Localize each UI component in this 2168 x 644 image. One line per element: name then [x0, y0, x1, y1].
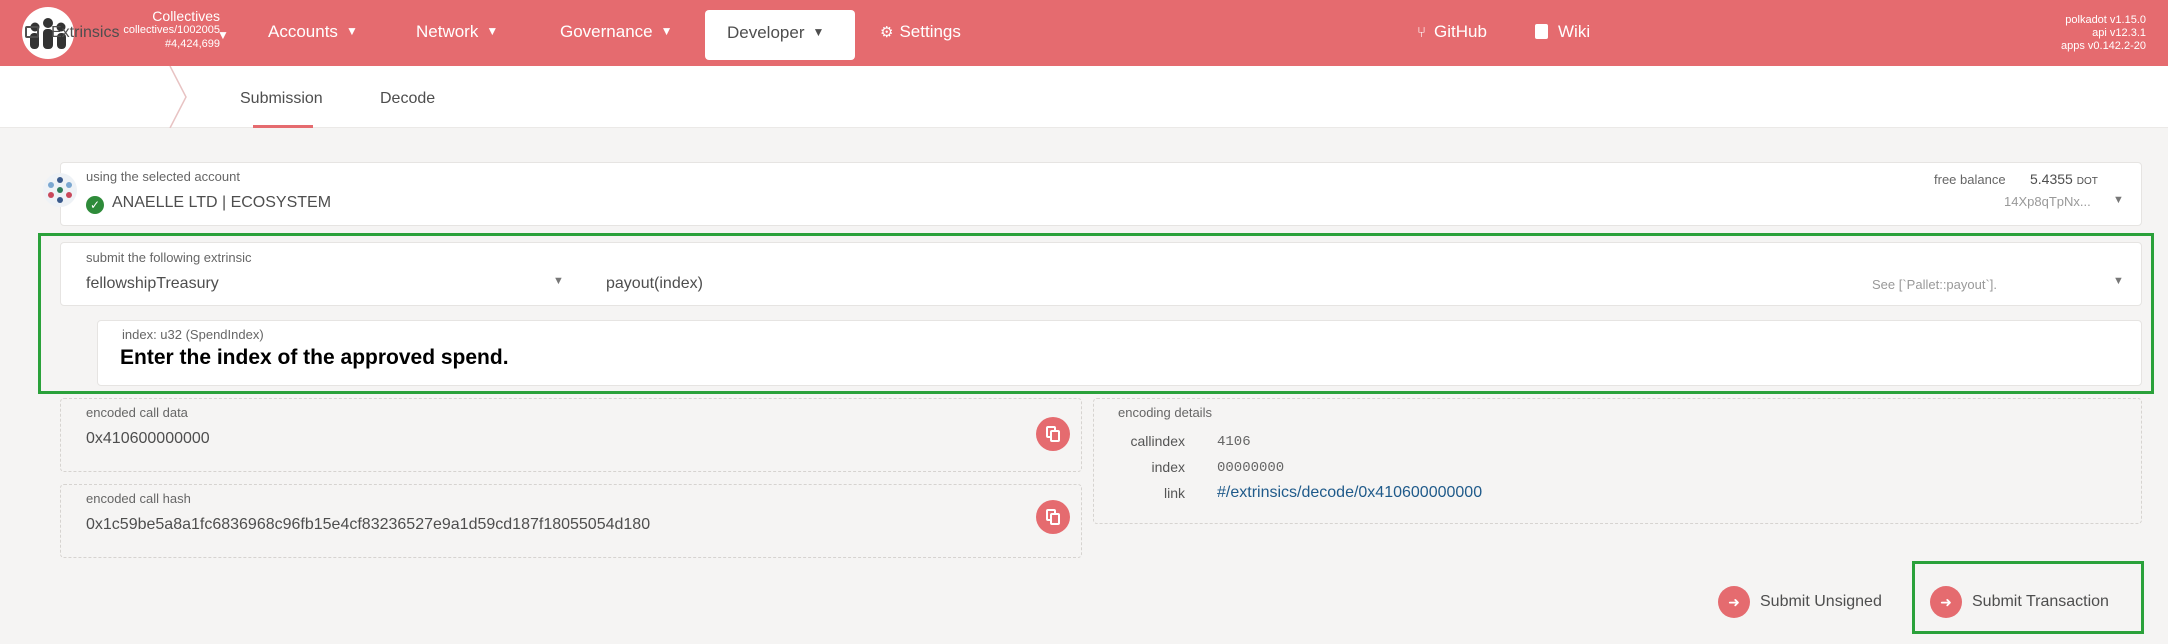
breadcrumb-separator-icon — [169, 66, 187, 128]
sign-in-icon: ➜ — [1718, 586, 1750, 618]
nav-developer[interactable]: Developer ▼ — [705, 10, 855, 60]
callindex-value: 4106 — [1217, 434, 1251, 450]
active-tab-indicator — [253, 125, 313, 128]
chevron-down-icon[interactable]: ▼ — [217, 28, 229, 42]
chevron-down-icon[interactable]: ▼ — [2113, 194, 2124, 206]
chevron-down-icon: ▼ — [812, 25, 825, 39]
chevron-down-icon: ▼ — [486, 24, 499, 38]
tab-decode[interactable]: Decode — [380, 90, 435, 108]
book-icon — [1535, 24, 1548, 39]
nav-network[interactable]: Network ▼ — [416, 22, 498, 42]
account-name: ✓ ANAELLE LTD | ECOSYSTEM — [86, 194, 331, 214]
decode-link[interactable]: #/extrinsics/decode/0x410600000000 — [1217, 484, 1482, 502]
account-identicon-icon — [43, 173, 77, 207]
extrinsics-icon — [25, 26, 39, 38]
copy-icon[interactable] — [1036, 417, 1070, 451]
nav-governance[interactable]: Governance ▼ — [560, 22, 673, 42]
account-address: 14Xp8qTpNx... — [2004, 194, 2091, 209]
nav-github[interactable]: ⑂ GitHub — [1417, 22, 1487, 42]
nav-accounts[interactable]: Accounts ▼ — [268, 22, 358, 42]
callindex-key: callindex — [1130, 433, 1185, 449]
branch-icon: ⑂ — [1417, 24, 1427, 41]
encoded-call-hash-value: 0x1c59be5a8a1fc6836968c96fb15e4cf8323652… — [86, 516, 651, 533]
nav-wiki[interactable]: Wiki — [1535, 22, 1590, 42]
chevron-down-icon: ▼ — [345, 24, 358, 38]
verified-check-icon: ✓ — [86, 196, 104, 214]
encoding-details-label: encoding details — [1118, 405, 1212, 420]
balance-value: 5.4355 DOT — [2030, 171, 2098, 187]
section-title: Extrinsics — [25, 24, 119, 42]
submit-highlight — [1912, 561, 2144, 634]
extrinsic-highlight — [38, 233, 2154, 394]
chain-name: Collectives — [152, 8, 220, 24]
account-selector[interactable] — [60, 162, 2142, 226]
encoded-call-data — [60, 398, 1082, 472]
index-key: index — [1151, 459, 1185, 475]
balance-label: free balance — [1934, 172, 2006, 187]
version-info: polkadot v1.15.0 api v12.3.1 apps v0.142… — [2060, 14, 2146, 52]
copy-icon[interactable] — [1036, 500, 1070, 534]
nav-settings[interactable]: ⚙ Settings — [880, 22, 961, 42]
encoded-call-data-label: encoded call data — [86, 405, 188, 420]
tab-submission[interactable]: Submission — [240, 90, 323, 108]
top-navigation: Collectives collectives/1002005 #4,424,6… — [0, 0, 2168, 66]
link-key: link — [1163, 485, 1185, 501]
submit-unsigned-button[interactable]: ➜ Submit Unsigned — [1718, 586, 1882, 618]
gear-icon: ⚙ — [880, 24, 894, 41]
chevron-down-icon: ▼ — [660, 24, 673, 38]
encoded-call-data-value: 0x410600000000 — [86, 430, 210, 447]
sub-navigation — [0, 66, 2168, 128]
account-label: using the selected account — [86, 169, 240, 184]
encoded-call-hash-label: encoded call hash — [86, 491, 191, 506]
index-value: 00000000 — [1217, 460, 1285, 476]
